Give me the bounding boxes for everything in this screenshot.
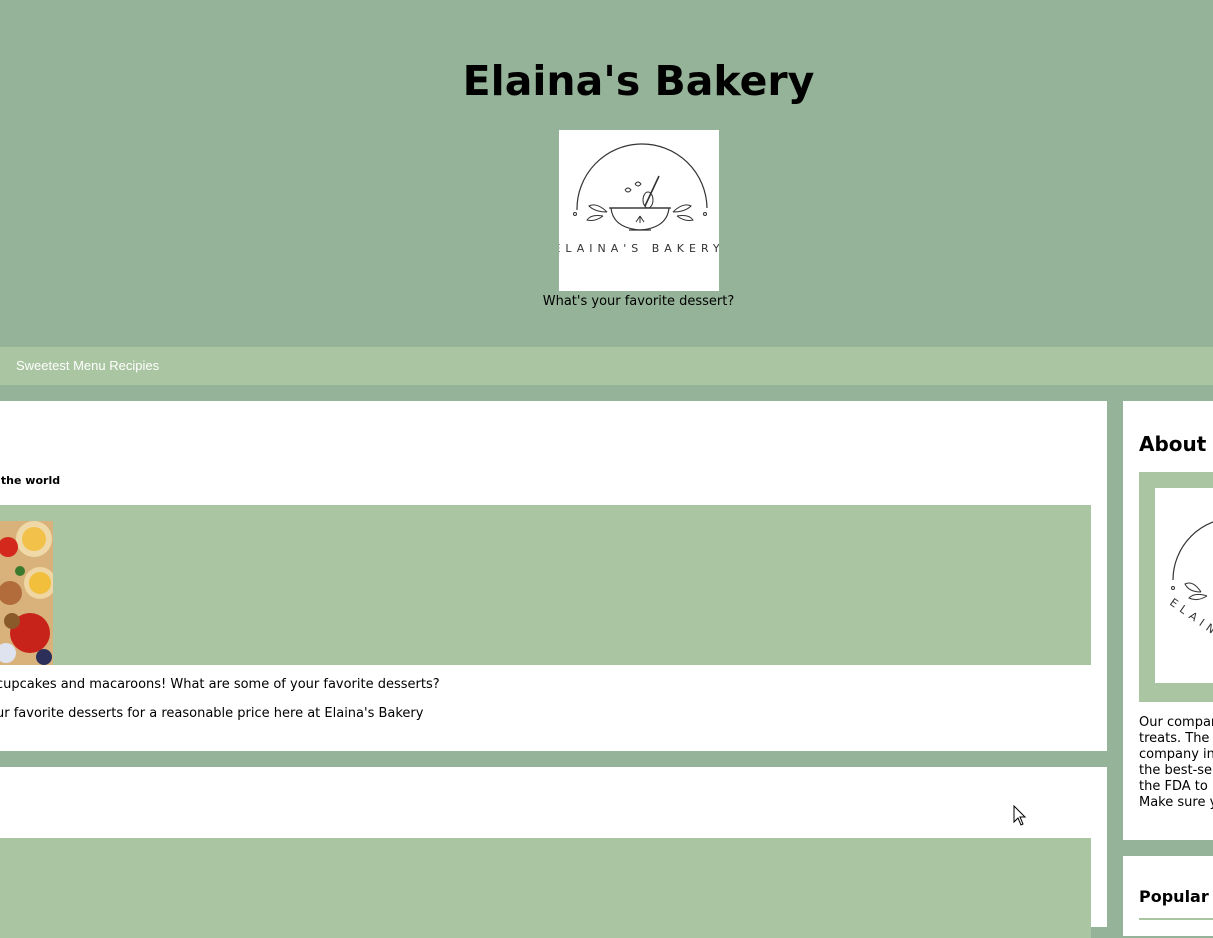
nav-link-menu[interactable]: Sweetest Menu Recipies	[16, 358, 159, 374]
about-text: Our compar treats. The company in the be…	[1139, 715, 1213, 811]
bakery-logo-icon: ELAINA'S BAKERY	[553, 143, 720, 255]
dessert-photo-icon	[0, 521, 53, 665]
about-line: the best-sel	[1139, 763, 1213, 778]
about-line: Our compar	[1139, 715, 1213, 730]
post-card: ound the world cupcakes and macaroons! W…	[0, 401, 1107, 751]
tagline: What's your favorite dessert?	[542, 294, 735, 309]
about-line: company in	[1139, 747, 1213, 762]
about-title: About U	[1139, 432, 1213, 456]
about-card: About U ELAIN Our compar treats. The com…	[1123, 401, 1213, 840]
about-line: the FDA to	[1139, 779, 1208, 794]
about-line: treats. The	[1139, 731, 1210, 746]
site-title: Elaina's Bakery	[462, 57, 815, 105]
bakery-logo: ELAINA'S BAKERY	[553, 130, 720, 291]
post-subtitle-text: ound the world	[0, 474, 61, 487]
about-logo-icon: ELAIN	[1155, 488, 1213, 683]
about-image-container: ELAIN	[1139, 472, 1213, 702]
logo-text: ELAINA'S BAKERY	[559, 242, 719, 255]
post-subtitle: ound the world	[0, 474, 200, 488]
site-header: Elaina's Bakery ELAINA'S BAKERY What's y…	[0, 0, 1213, 347]
mouse-cursor-icon	[1013, 805, 1027, 826]
navbar: Sweetest Menu Recipies	[0, 347, 1213, 385]
divider	[1139, 918, 1213, 920]
about-line: Make sure y	[1139, 795, 1213, 810]
post-paragraph: cupcakes and macaroons! What are some of…	[0, 677, 600, 693]
post-paragraph-text: ur favorite desserts for a reasonable pr…	[0, 706, 424, 721]
post-paragraph: ur favorite desserts for a reasonable pr…	[0, 706, 600, 722]
popular-title: Popular I	[1139, 887, 1213, 906]
popular-card: Popular I	[1123, 856, 1213, 936]
post-image-container-2	[0, 838, 1091, 938]
post-paragraph-text: cupcakes and macaroons! What are some of…	[0, 677, 440, 692]
post-image-container	[0, 505, 1091, 665]
post-card-2	[0, 767, 1107, 938]
about-logo-text: ELAIN	[1167, 596, 1213, 640]
